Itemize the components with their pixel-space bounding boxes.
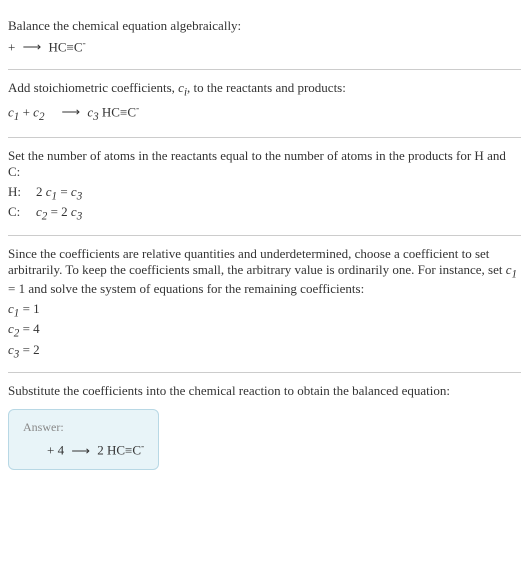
- h-eq: =: [57, 184, 71, 199]
- arrow-icon: ⟶: [19, 39, 46, 55]
- intro-text-4: Since the coefficients are relative quan…: [8, 246, 521, 297]
- h-balance-row: H: 2 c1 = c3: [8, 184, 521, 203]
- section-add-coefficients: Add stoichiometric coefficients, ci, to …: [8, 70, 521, 138]
- h-equation: 2 c1 = c3: [36, 184, 82, 203]
- ci-var: ci: [178, 80, 187, 95]
- c2-sub: 2: [39, 111, 45, 123]
- balanced-equation: + 4 ⟶ 2 HC≡C-: [23, 441, 144, 458]
- c2-val: = 4: [19, 321, 39, 336]
- c-equation: c2 = 2 c3: [36, 204, 82, 223]
- product-formula: HC≡C: [102, 104, 136, 119]
- arrow-icon: ⟶: [67, 443, 94, 459]
- section-answer: Substitute the coefficients into the che…: [8, 373, 521, 479]
- coeff-c2: c2 = 4: [8, 321, 521, 340]
- c3-sub: 3: [93, 111, 99, 123]
- section-solve: Since the coefficients are relative quan…: [8, 236, 521, 373]
- coeff-c1: c1 = 1: [8, 301, 521, 320]
- answer-label: Answer:: [23, 420, 144, 435]
- intro-4b: = 1 and solve the system of equations fo…: [8, 281, 364, 296]
- product-formula: HC≡C: [48, 39, 82, 54]
- c1-sub: 1: [512, 269, 518, 281]
- equation-with-coeffs: c1 + c2 ⟶ c3 HC≡C-: [8, 103, 521, 123]
- charge-superscript: -: [83, 38, 86, 49]
- balanced-left: + 4: [47, 443, 67, 458]
- intro-prefix: Add stoichiometric coefficients,: [8, 80, 178, 95]
- intro-text-3: Set the number of atoms in the reactants…: [8, 148, 521, 180]
- coeff-c3: c3 = 2: [8, 342, 521, 361]
- equation-unbalanced: + ⟶ HC≡C-: [8, 38, 521, 55]
- reactants-placeholder: +: [8, 39, 19, 54]
- intro-suffix: , to the reactants and products:: [187, 80, 346, 95]
- intro-4a: Since the coefficients are relative quan…: [8, 246, 506, 277]
- charge-superscript: -: [136, 103, 139, 114]
- h-c3-sub: 3: [77, 190, 83, 202]
- plus-sign: +: [23, 104, 34, 119]
- charge-superscript: -: [141, 441, 144, 452]
- intro-text-2: Add stoichiometric coefficients, ci, to …: [8, 80, 521, 99]
- c3-val: = 2: [19, 342, 39, 357]
- section-balance-intro: Balance the chemical equation algebraica…: [8, 8, 521, 70]
- arrow-icon: ⟶: [57, 104, 84, 120]
- section-atom-balance: Set the number of atoms in the reactants…: [8, 138, 521, 236]
- intro-text-5: Substitute the coefficients into the che…: [8, 383, 521, 399]
- h-2: 2: [36, 184, 46, 199]
- h-label: H:: [8, 184, 36, 203]
- c1-val: = 1: [19, 301, 39, 316]
- answer-box: Answer: + 4 ⟶ 2 HC≡C-: [8, 409, 159, 469]
- balanced-right: 2 HC≡C: [97, 443, 141, 458]
- c-eq: = 2: [47, 204, 71, 219]
- c-c3-sub: 3: [77, 211, 83, 223]
- intro-text-1: Balance the chemical equation algebraica…: [8, 18, 521, 34]
- c-label: C:: [8, 204, 36, 223]
- c-balance-row: C: c2 = 2 c3: [8, 204, 521, 223]
- c1-sub: 1: [14, 111, 20, 123]
